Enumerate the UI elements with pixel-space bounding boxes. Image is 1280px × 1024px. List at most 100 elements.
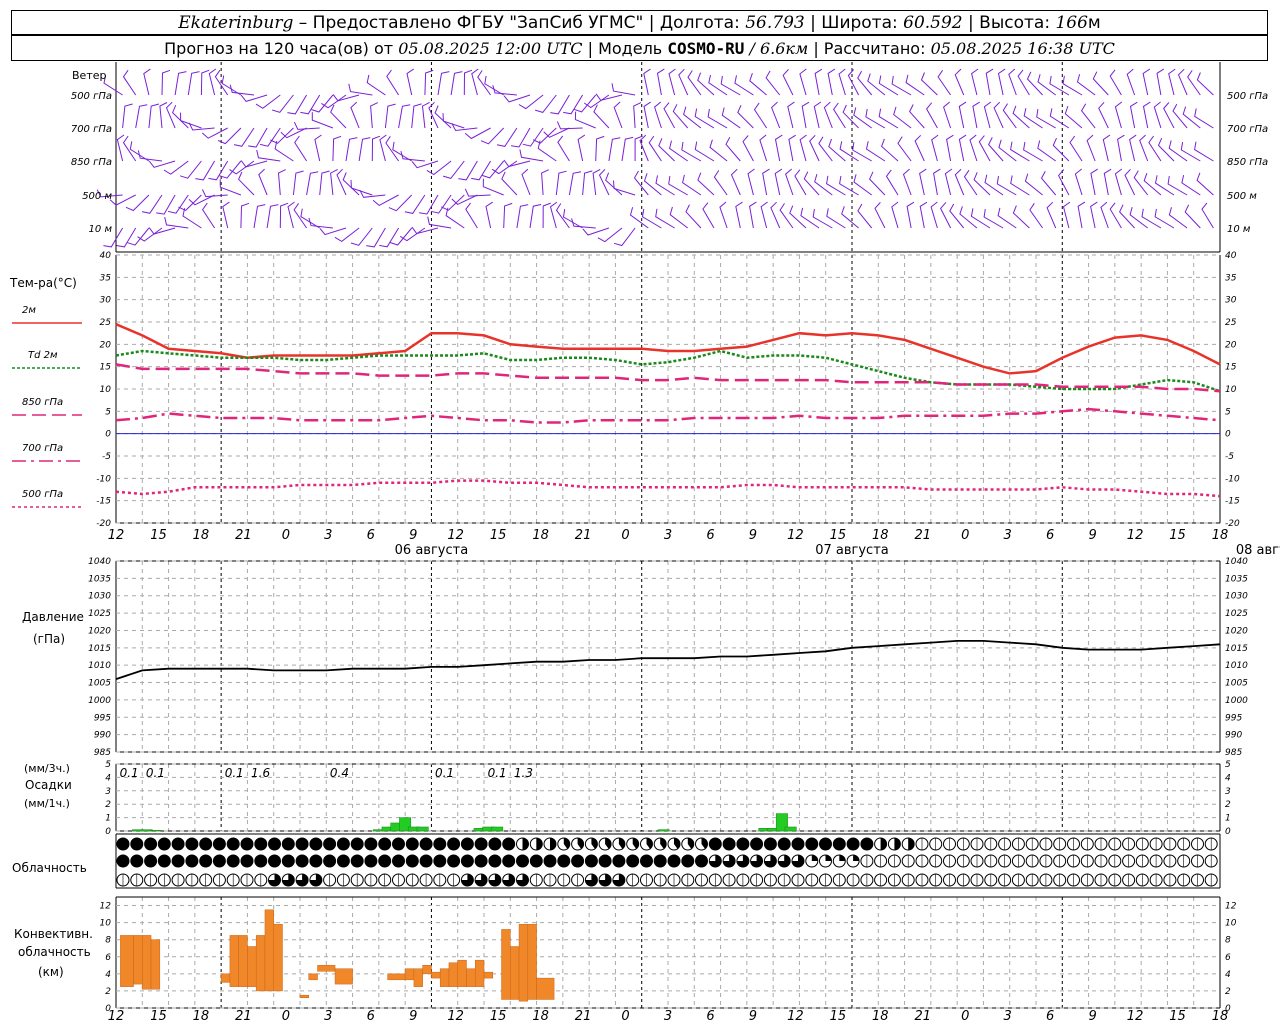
ytick-left-pres: 985 — [94, 748, 111, 758]
wind-barb — [137, 227, 163, 242]
time-tick-label: 15 — [830, 528, 847, 543]
wind-barb — [906, 201, 915, 229]
wind-barb — [384, 103, 396, 129]
wind-barb — [749, 201, 757, 229]
wind-barb — [669, 206, 689, 229]
conv-bar — [308, 973, 318, 981]
precip-bar — [657, 829, 670, 832]
conv-title-3: (км) — [38, 965, 64, 979]
ytick-left-pres: 990 — [94, 731, 111, 741]
wind-barb — [178, 194, 202, 211]
conv-bar — [238, 935, 248, 987]
cloud-cell-fill — [241, 838, 253, 850]
cloud-cell-fill — [847, 838, 860, 850]
wind-barb — [541, 169, 550, 196]
wind-barb — [937, 70, 952, 96]
conv-bar — [120, 935, 134, 987]
time-tick-label: 6 — [367, 528, 375, 543]
time-tick-label: 9 — [409, 528, 417, 543]
cloud-cell-fill — [853, 855, 860, 861]
cloud-cell-fill — [337, 838, 350, 850]
precip-label: 1.6 — [251, 766, 270, 780]
wind-barb — [385, 136, 400, 162]
temp-legend-label: 500 гПа — [22, 489, 63, 500]
wind-barb — [973, 172, 991, 196]
wind-level-right: 700 гПа — [1227, 124, 1268, 135]
wind-barb — [1167, 176, 1188, 196]
wind-barb — [1103, 168, 1112, 196]
ytick-left-conv: 10 — [100, 919, 112, 929]
cloud-cell-fill — [323, 855, 336, 867]
conv-bar — [255, 935, 266, 992]
wind-barb — [156, 194, 176, 215]
wind-barb — [809, 134, 820, 162]
time-tick-label-bottom: 3 — [324, 1009, 332, 1024]
cloud-cell-fill — [323, 838, 336, 850]
time-tick-label: 9 — [1088, 528, 1096, 543]
wind-barb — [759, 134, 768, 162]
ytick-left-temp: 35 — [100, 273, 112, 283]
cloud-cell-fill — [833, 838, 846, 850]
cloud-cell-fill — [227, 855, 240, 867]
wind-barb — [411, 160, 439, 169]
cloud-cell-fill — [241, 855, 253, 867]
wind-barb — [823, 101, 833, 129]
wind-barb — [174, 71, 187, 96]
conv-bar — [264, 909, 274, 992]
wind-barb — [788, 134, 796, 162]
wind-barb — [1024, 173, 1043, 196]
ytick-right-temp: 35 — [1225, 273, 1237, 283]
conv-bar — [527, 924, 537, 1000]
wind-barb — [794, 169, 807, 196]
wind-barb — [165, 101, 176, 129]
precip-label: 1.3 — [514, 766, 533, 780]
wind-barb — [782, 69, 794, 96]
time-tick-label: 6 — [706, 528, 714, 543]
wind-barb — [919, 168, 927, 196]
precip-label: 0.1 — [146, 766, 165, 780]
wind-barb — [221, 75, 242, 96]
time-tick-label: 3 — [1004, 528, 1012, 543]
wind-barb — [137, 150, 163, 162]
wind-barb — [1090, 168, 1098, 196]
wind-barb — [238, 171, 255, 196]
temp-legend-label: Td 2м — [28, 350, 58, 361]
wind-barb — [371, 135, 381, 162]
wind-barb — [1023, 141, 1043, 162]
wind-barb — [332, 135, 342, 162]
cloud-cell-fill — [522, 838, 529, 850]
cloud-cell-fill — [585, 855, 598, 867]
wind-barb — [1187, 70, 1201, 96]
wind-barb — [611, 83, 636, 96]
wind-level-left: 10 м — [89, 224, 113, 235]
wind-barb — [122, 135, 137, 162]
cloud-cell-fill — [488, 838, 501, 850]
wind-barb — [159, 102, 168, 129]
wind-barb — [908, 104, 925, 129]
wind-barb — [450, 71, 463, 96]
time-tick-label-bottom: 15 — [490, 1009, 507, 1024]
wind-barb — [521, 168, 531, 196]
wind-barb — [1154, 175, 1175, 196]
wind-barb — [336, 168, 347, 196]
wind-barb — [256, 149, 281, 162]
cloud-cell-fill — [268, 855, 281, 867]
cloud-cell-fill — [199, 855, 212, 867]
ytick-right-temp: 0 — [1225, 430, 1231, 440]
cloud-cell-fill — [894, 838, 901, 850]
wind-barb — [240, 202, 250, 229]
wind-barb — [582, 170, 593, 196]
wind-barb — [556, 121, 583, 130]
wind-barb — [839, 141, 859, 162]
ytick-right-pres: 995 — [1225, 713, 1242, 723]
time-tick-label-bottom: 9 — [749, 1009, 757, 1024]
wind-barb — [970, 208, 991, 229]
wind-barb — [503, 94, 531, 103]
ytick-left-temp: -10 — [96, 474, 111, 484]
wind-barb — [293, 121, 320, 130]
wind-barb — [424, 69, 434, 96]
wind-barb — [841, 206, 859, 229]
wind-barb — [294, 135, 308, 162]
wind-barb — [799, 68, 807, 96]
wind-barb — [1201, 202, 1214, 229]
